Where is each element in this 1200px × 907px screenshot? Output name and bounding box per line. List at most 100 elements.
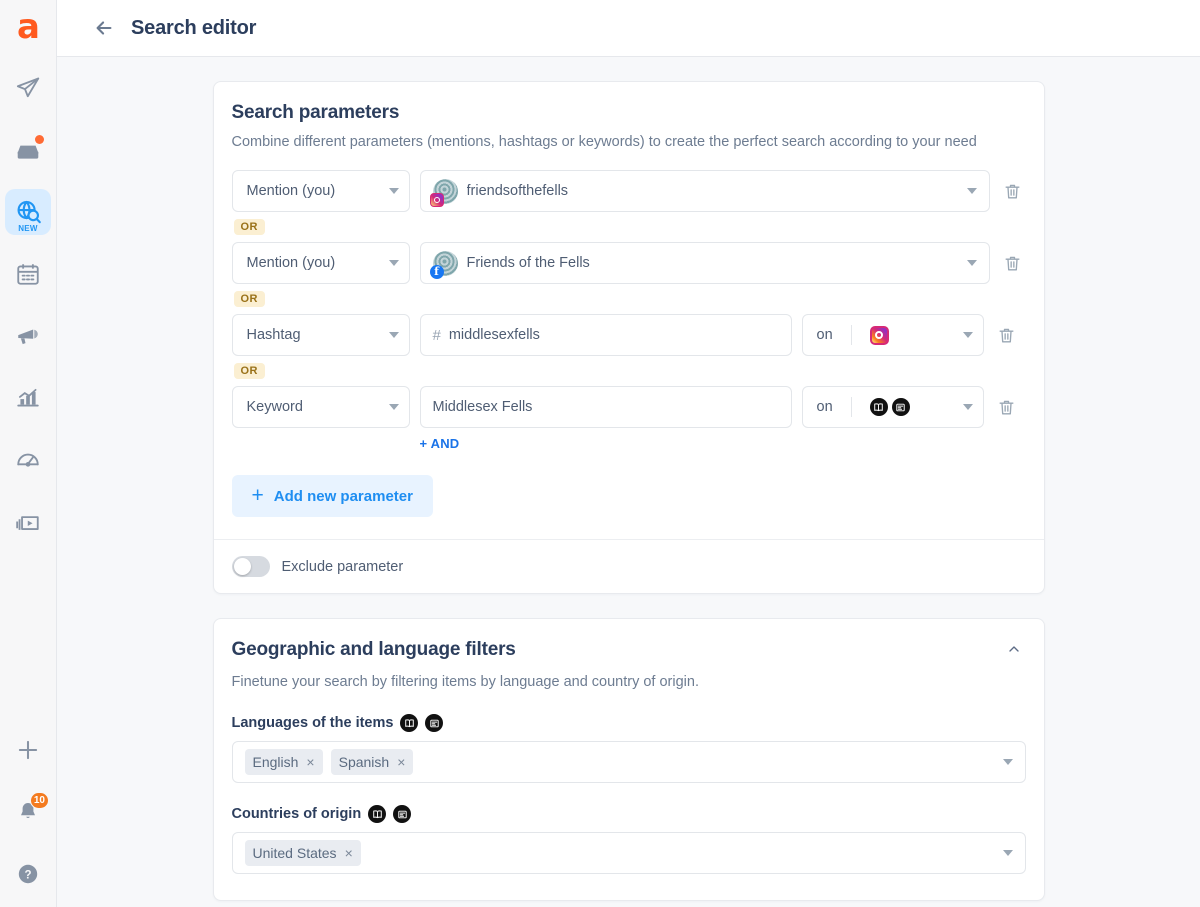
parameter-type-label-1: Mention (you) bbox=[246, 183, 336, 199]
delete-parameter-button-3[interactable] bbox=[994, 326, 1020, 345]
main-area: Search editor Search parameters Combine … bbox=[57, 0, 1200, 907]
bar-chart-icon bbox=[15, 385, 41, 411]
divider bbox=[850, 325, 852, 345]
calendar-icon bbox=[15, 261, 41, 287]
parameter-type-select-1[interactable]: Mention (you) bbox=[231, 170, 410, 212]
remove-chip-icon[interactable]: × bbox=[397, 755, 405, 769]
parameter-type-select-4[interactable]: Keyword bbox=[231, 386, 410, 428]
divider bbox=[850, 397, 852, 417]
parameter-type-label-4: Keyword bbox=[246, 399, 303, 415]
parameter-value-select-2[interactable]: f Friends of the Fells bbox=[419, 242, 990, 284]
sidebar-item-analytics[interactable] bbox=[5, 375, 51, 421]
countries-multiselect[interactable]: United States × bbox=[231, 832, 1026, 874]
svg-text:?: ? bbox=[24, 869, 31, 881]
parameter-value-input-3[interactable]: # middlesexfells bbox=[419, 314, 792, 356]
language-chip-label: English bbox=[252, 754, 299, 770]
delete-parameter-button-1[interactable] bbox=[1000, 182, 1026, 201]
parameter-row: Keyword Middlesex Fells on bbox=[231, 386, 1026, 428]
sidebar-item-notifications[interactable]: 10 bbox=[5, 789, 51, 835]
blog-icon bbox=[393, 805, 412, 823]
parameter-type-label-3: Hashtag bbox=[246, 327, 301, 343]
search-parameters-card: Search parameters Combine different para… bbox=[212, 81, 1045, 594]
exclude-parameter-toggle[interactable] bbox=[231, 556, 270, 577]
primary-sidebar: a NEW 10 ? bbox=[0, 0, 57, 907]
sidebar-item-benchmark[interactable] bbox=[5, 437, 51, 483]
chevron-down-icon bbox=[966, 260, 977, 266]
geographic-language-filters-card: Geographic and language filters Finetune… bbox=[212, 618, 1045, 901]
chevron-down-icon bbox=[962, 404, 973, 410]
chevron-down-icon bbox=[966, 188, 977, 194]
geographic-filters-header: Geographic and language filters bbox=[232, 639, 1026, 664]
chevron-up-icon[interactable] bbox=[1002, 639, 1026, 664]
parameter-value-label-1: friendsofthefells bbox=[466, 183, 569, 199]
hash-prefix: # bbox=[432, 326, 441, 344]
sidebar-item-inbox[interactable] bbox=[5, 127, 51, 173]
sidebar-item-publish[interactable] bbox=[5, 65, 51, 111]
geographic-filters-description: Finetune your search by filtering items … bbox=[231, 674, 699, 690]
top-bar: Search editor bbox=[57, 0, 1200, 57]
on-label-3: on bbox=[816, 327, 833, 343]
add-and-condition-link[interactable]: + AND bbox=[420, 436, 460, 451]
back-arrow-icon[interactable] bbox=[93, 17, 115, 39]
instagram-icon bbox=[429, 192, 444, 207]
parameter-type-select-2[interactable]: Mention (you) bbox=[231, 242, 410, 284]
logo-letter-a: a bbox=[17, 6, 40, 47]
geographic-filters-body: Geographic and language filters Finetune… bbox=[214, 619, 1044, 900]
sidebar-item-help[interactable]: ? bbox=[5, 851, 51, 897]
language-chip-label: Spanish bbox=[338, 754, 390, 770]
sidebar-item-listening[interactable]: NEW bbox=[5, 189, 51, 235]
parameter-value-input-4[interactable]: Middlesex Fells bbox=[419, 386, 792, 428]
on-label-4: on bbox=[816, 399, 833, 415]
remove-chip-icon[interactable]: × bbox=[306, 755, 314, 769]
chevron-down-icon bbox=[388, 188, 399, 194]
chevron-down-icon bbox=[962, 332, 973, 338]
country-chip: United States × bbox=[244, 840, 361, 866]
blog-icon bbox=[891, 398, 910, 416]
facebook-icon: f bbox=[429, 264, 444, 279]
parameter-value-select-1[interactable]: friendsofthefells bbox=[419, 170, 990, 212]
parameter-row: Mention (you) f Friends of the Fells bbox=[231, 242, 1026, 284]
chevron-down-icon bbox=[1002, 759, 1013, 765]
news-icon bbox=[368, 805, 387, 823]
geographic-filters-title: Geographic and language filters bbox=[231, 639, 516, 660]
delete-parameter-button-2[interactable] bbox=[1000, 254, 1026, 273]
parameter-type-select-3[interactable]: Hashtag bbox=[231, 314, 410, 356]
chevron-down-icon bbox=[388, 260, 399, 266]
search-parameters-description: Combine different parameters (mentions, … bbox=[231, 134, 977, 150]
question-mark-icon: ? bbox=[16, 862, 40, 886]
delete-parameter-button-4[interactable] bbox=[994, 398, 1020, 417]
search-parameters-body: Search parameters Combine different para… bbox=[214, 82, 1044, 539]
plus-icon bbox=[15, 737, 41, 763]
language-chip: English × bbox=[244, 749, 323, 775]
speedometer-icon bbox=[15, 447, 41, 473]
page-title: Search editor bbox=[131, 16, 257, 39]
plus-icon: + bbox=[251, 483, 264, 507]
add-new-parameter-button[interactable]: + Add new parameter bbox=[231, 475, 433, 517]
sidebar-item-media-library[interactable] bbox=[5, 499, 51, 545]
add-new-parameter-label: Add new parameter bbox=[273, 487, 413, 505]
news-icon bbox=[400, 714, 419, 732]
parameter-network-select-3[interactable]: on bbox=[801, 314, 984, 356]
avatar bbox=[429, 178, 458, 207]
parameter-value-label-3: middlesexfells bbox=[448, 327, 540, 343]
sidebar-item-calendar[interactable] bbox=[5, 251, 51, 297]
chevron-down-icon bbox=[388, 332, 399, 338]
languages-chip-list: English × Spanish × bbox=[244, 749, 995, 775]
parameter-row: Hashtag # middlesexfells on bbox=[231, 314, 1026, 356]
toggle-knob bbox=[233, 558, 251, 575]
app-logo[interactable]: a bbox=[0, 0, 56, 57]
sidebar-item-add[interactable] bbox=[5, 727, 51, 773]
sidebar-item-ads[interactable] bbox=[5, 313, 51, 359]
app-root: a NEW 10 ? Search editor Search paramete… bbox=[0, 0, 1200, 907]
remove-chip-icon[interactable]: × bbox=[345, 846, 353, 860]
avatar: f bbox=[429, 250, 458, 279]
video-library-icon bbox=[15, 509, 41, 535]
country-chip-label: United States bbox=[252, 845, 337, 861]
globe-search-icon bbox=[15, 199, 42, 226]
sidebar-new-tag: NEW bbox=[18, 224, 38, 233]
parameter-network-select-4[interactable]: on bbox=[801, 386, 984, 428]
chevron-down-icon bbox=[1002, 850, 1013, 856]
blog-icon bbox=[425, 714, 444, 732]
languages-multiselect[interactable]: English × Spanish × bbox=[231, 741, 1026, 783]
instagram-icon bbox=[869, 325, 889, 345]
